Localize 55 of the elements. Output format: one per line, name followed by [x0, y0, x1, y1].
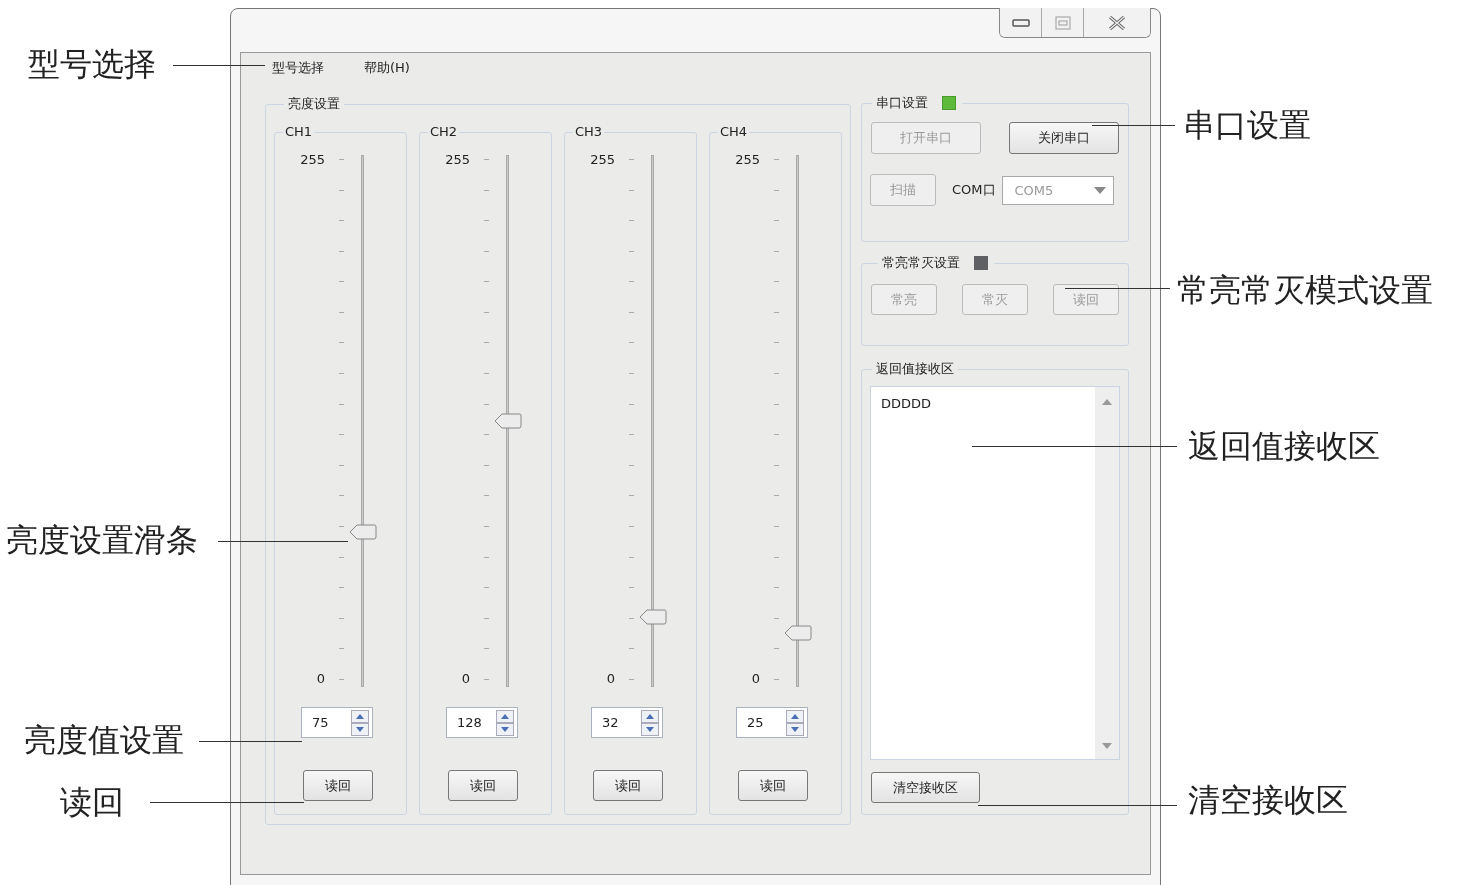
scroll-up-icon[interactable] [1102, 399, 1112, 405]
port-button[interactable]: 关闭串口 [1009, 122, 1119, 154]
channel-title: CH4 [719, 123, 749, 141]
group-title: 常亮常灭设置 [882, 254, 960, 272]
maximize-icon [1054, 15, 1071, 30]
scale-label: 0 [751, 670, 760, 688]
spin-arrows-icon[interactable] [496, 709, 514, 736]
read-back-button[interactable]: 读回 [303, 770, 373, 801]
clear-button[interactable]: 清空接收区 [871, 772, 980, 803]
receive-text-area[interactable]: DDDDD [870, 386, 1120, 760]
channel-title: CH3 [574, 123, 604, 141]
read-back-button[interactable]: 读回 [448, 770, 518, 801]
number-field[interactable]: 25 [736, 707, 808, 738]
annotation-label: 常亮常灭模式设置 [1177, 270, 1433, 310]
annotation-label: 亮度值设置 [24, 720, 184, 760]
scale-label: 255 [590, 151, 615, 169]
group-title: 返回值接收区 [875, 360, 955, 378]
minimize-button[interactable] [1000, 8, 1042, 37]
menu-item[interactable]: 帮助(H) [364, 59, 410, 77]
annotation-label: 返回值接收区 [1188, 426, 1380, 466]
channel-title: CH2 [429, 123, 459, 141]
scale-label: 255 [735, 151, 760, 169]
spin-arrows-icon[interactable] [641, 709, 659, 736]
slider-thumb[interactable] [639, 609, 667, 626]
annotation-label: 串口设置 [1183, 105, 1311, 145]
minimize-icon [1011, 17, 1030, 28]
menu-item[interactable]: 型号选择 [272, 59, 324, 77]
channel-title: CH1 [284, 123, 314, 141]
number-field[interactable]: 75 [301, 707, 373, 738]
close-icon [1108, 15, 1126, 30]
spin-arrows-icon[interactable] [786, 709, 804, 736]
group-title: 亮度设置 [287, 95, 341, 113]
annotation-label: 亮度设置滑条 [6, 520, 198, 560]
spin-arrows-icon[interactable] [351, 709, 369, 736]
number-field[interactable]: 128 [446, 707, 518, 738]
slider-thumb[interactable] [349, 524, 377, 541]
scale-label: 0 [461, 670, 470, 688]
read-back-button[interactable]: 读回 [738, 770, 808, 801]
scale-label: 0 [606, 670, 615, 688]
slider-thumb[interactable] [784, 625, 812, 641]
scale-label: 255 [445, 151, 470, 169]
annotation-label: 读回 [60, 782, 124, 822]
scale-label: 255 [300, 151, 325, 169]
scale-label: 0 [316, 670, 325, 688]
port-label: COM口 [952, 181, 996, 199]
scrollbar[interactable] [1095, 387, 1119, 759]
group-title: 串口设置 [876, 94, 928, 112]
annotation-label: 清空接收区 [1188, 780, 1348, 820]
annotation-label: 型号选择 [28, 44, 156, 84]
received-text: DDDDD [880, 395, 933, 413]
number-field[interactable]: 32 [591, 707, 663, 738]
read-back-button[interactable]: 读回 [593, 770, 663, 801]
slider-thumb[interactable] [494, 413, 522, 429]
dropdown-caret-icon [1093, 186, 1106, 194]
scroll-down-icon[interactable] [1102, 743, 1112, 749]
